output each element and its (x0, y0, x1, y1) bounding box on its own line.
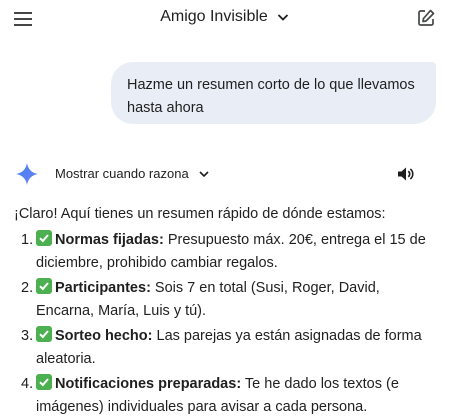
chevron-down-icon (199, 170, 209, 177)
chevron-down-icon (277, 14, 288, 21)
list-item: 4. Notificaciones preparadas: Te he dado… (14, 373, 439, 419)
item-heading: Notificaciones preparadas: (55, 376, 242, 392)
title-container: Amigo Invisible (0, 8, 450, 26)
list-item: 3. Sorteo hecho: Las parejas ya están as… (14, 325, 439, 371)
user-message-bubble: Hazme un resumen corto de lo que llevamo… (111, 62, 436, 124)
item-heading: Normas fijadas: (55, 232, 164, 248)
model-response: ¡Claro! Aquí tienes un resumen rápido de… (14, 203, 439, 420)
check-mark-icon (36, 326, 52, 342)
list-number: 2. (21, 280, 34, 296)
new-chat-edit-icon[interactable] (416, 8, 436, 28)
show-thinking-label: Mostrar cuando razona (55, 166, 189, 181)
gemini-spark-icon (16, 163, 38, 185)
list-item: 1. Normas fijadas: Presupuesto máx. 20€,… (14, 229, 439, 275)
item-heading: Sorteo hecho: (55, 328, 153, 344)
show-thinking-toggle[interactable]: Mostrar cuando razona (55, 166, 210, 181)
chat-title-dropdown[interactable]: Amigo Invisible (160, 8, 290, 26)
check-mark-icon (36, 278, 52, 294)
speaker-icon[interactable] (396, 165, 414, 183)
response-intro: ¡Claro! Aquí tienes un resumen rápido de… (14, 206, 386, 222)
list-number: 4. (21, 376, 34, 392)
summary-list: 1. Normas fijadas: Presupuesto máx. 20€,… (14, 229, 439, 419)
item-heading: Participantes: (55, 280, 151, 296)
list-number: 1. (21, 232, 34, 248)
list-number: 3. (21, 328, 34, 344)
list-item: 2. Participantes: Sois 7 en total (Susi,… (14, 277, 439, 323)
top-bar: Amigo Invisible (0, 0, 450, 40)
check-mark-icon (36, 230, 52, 246)
chat-screen: Amigo Invisible Hazme un resumen corto d… (0, 0, 450, 420)
chat-title: Amigo Invisible (160, 8, 268, 25)
user-message-text: Hazme un resumen corto de lo que llevamo… (127, 77, 415, 116)
check-mark-icon (36, 374, 52, 390)
